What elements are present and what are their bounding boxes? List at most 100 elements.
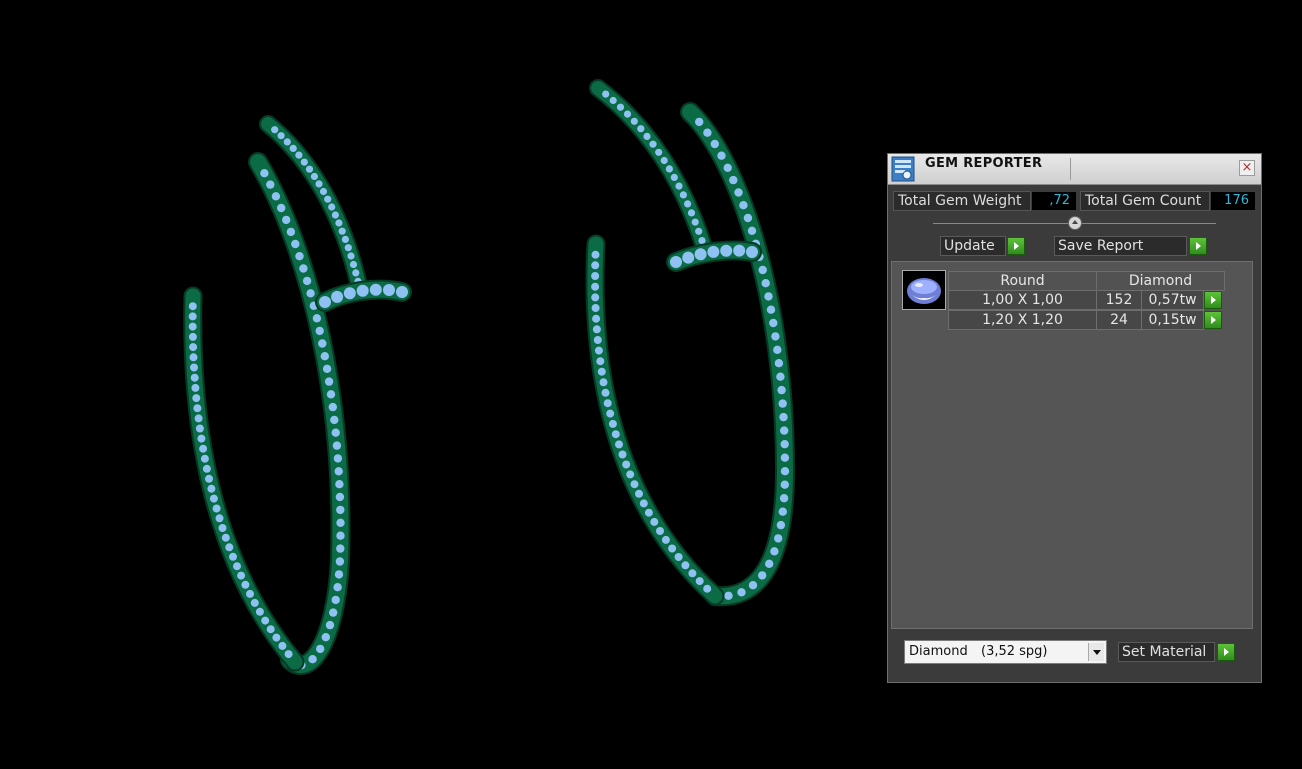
gem-stone: [710, 139, 719, 149]
gem-stone: [626, 470, 635, 479]
gem-stone: [336, 505, 345, 515]
collapse-toggle-icon[interactable]: [1068, 216, 1082, 230]
row-2-size: 1,20 X 1,20: [948, 310, 1097, 330]
gem-stone: [331, 428, 340, 437]
row-2-go-icon[interactable]: [1204, 311, 1222, 329]
round-diamond-icon[interactable]: [902, 270, 946, 310]
gem-stone: [312, 314, 322, 323]
gem-stone: [284, 650, 293, 659]
gem-stone: [188, 302, 197, 311]
gem-stone: [209, 494, 218, 503]
gem-stone: [635, 489, 643, 498]
panel-titlebar[interactable]: GEM REPORTER ×: [888, 154, 1261, 185]
gem-stone: [694, 248, 707, 261]
gem-stone: [591, 250, 600, 259]
gem-stone: [593, 336, 602, 344]
update-go-icon[interactable]: [1007, 237, 1025, 255]
gem-stone: [188, 322, 197, 331]
gem-stone: [723, 163, 732, 172]
gem-stone: [739, 201, 748, 210]
gem-stone: [687, 209, 696, 217]
gem-stone: [639, 499, 648, 508]
gem-stone: [189, 343, 198, 352]
gem-stone: [623, 110, 632, 118]
gem-stone: [266, 180, 275, 189]
gem-report-area: Round Diamond 1,00 X 1,00 152 0,57tw 1,2…: [891, 261, 1253, 629]
gem-stone: [295, 151, 303, 159]
gem-stone: [717, 151, 726, 160]
gem-stone: [329, 608, 338, 617]
gem-stone: [670, 256, 682, 268]
set-material-button[interactable]: Set Material: [1118, 642, 1215, 662]
gem-stone: [343, 287, 356, 300]
gem-stone: [330, 415, 339, 425]
gem-stone: [603, 399, 612, 408]
gem-stone: [233, 562, 241, 571]
gem-stone: [322, 364, 332, 373]
gem-reporter-panel: GEM REPORTER × Total Gem Weight ,72 Tota…: [887, 153, 1262, 683]
gem-stone: [602, 90, 610, 98]
gem-stone: [225, 543, 234, 552]
gem-stone: [369, 283, 382, 296]
gem-stone: [191, 383, 200, 392]
save-report-button[interactable]: Save Report: [1054, 236, 1187, 256]
gem-stone: [630, 117, 638, 125]
update-button[interactable]: Update: [940, 236, 1006, 256]
gem-stone: [324, 377, 334, 386]
gem-stone: [733, 244, 746, 257]
gem-stone: [221, 533, 230, 542]
gem-stone: [734, 188, 743, 197]
gem-stone: [199, 444, 208, 453]
gem-stone: [334, 467, 343, 476]
close-icon[interactable]: ×: [1239, 160, 1255, 176]
gem-stone: [761, 279, 770, 288]
set-material-go-icon[interactable]: [1217, 643, 1235, 661]
gem-stone: [344, 244, 352, 252]
save-report-go-icon[interactable]: [1189, 237, 1207, 255]
shape-column-header: Round: [948, 271, 1097, 291]
gem-stone: [291, 239, 300, 249]
panel-title: GEM REPORTER: [925, 156, 1043, 171]
gem-stone: [778, 399, 787, 408]
gem-stone: [747, 226, 757, 235]
gem-stone: [764, 292, 773, 301]
gem-stone: [302, 276, 312, 286]
gem-stone: [758, 265, 767, 275]
gem-stone: [643, 132, 651, 140]
gem-stone: [250, 598, 259, 607]
gem-stone: [707, 245, 720, 258]
gem-stone: [277, 203, 286, 213]
gem-stone: [336, 544, 345, 553]
gem-stone: [212, 504, 221, 513]
gem-stone: [773, 345, 782, 354]
row-1-go-icon[interactable]: [1204, 291, 1222, 309]
gem-stone: [332, 441, 342, 450]
material-select-density: (3,52 spg): [981, 644, 1048, 659]
chevron-down-icon[interactable]: [1088, 643, 1104, 661]
gem-stone: [780, 426, 789, 435]
gem-stone: [644, 508, 653, 517]
gem-stone: [324, 195, 332, 203]
gem-stone: [682, 251, 695, 264]
gem-stone: [335, 219, 343, 227]
gem-stone: [333, 454, 343, 463]
gem-stone: [660, 156, 668, 165]
gem-stone: [326, 390, 336, 399]
gem-stone: [271, 192, 281, 201]
gem-stone: [255, 607, 264, 616]
gem-stone: [194, 414, 203, 423]
gem-stone: [315, 180, 323, 188]
gem-stone: [396, 286, 408, 298]
gem-stone: [335, 557, 345, 566]
3d-viewport[interactable]: [0, 0, 880, 769]
gem-stone: [681, 561, 690, 570]
gem-stone: [668, 544, 677, 553]
titlebar-divider: [1070, 158, 1071, 180]
gem-stone: [347, 252, 355, 260]
material-select[interactable]: Diamond (3,52 spg): [904, 640, 1107, 664]
total-gem-count-value: 176: [1211, 192, 1255, 210]
gem-stone: [679, 191, 688, 199]
row-2-weight: 0,15tw: [1141, 310, 1204, 330]
gem-stone: [599, 378, 608, 387]
gem-stone: [591, 282, 600, 291]
